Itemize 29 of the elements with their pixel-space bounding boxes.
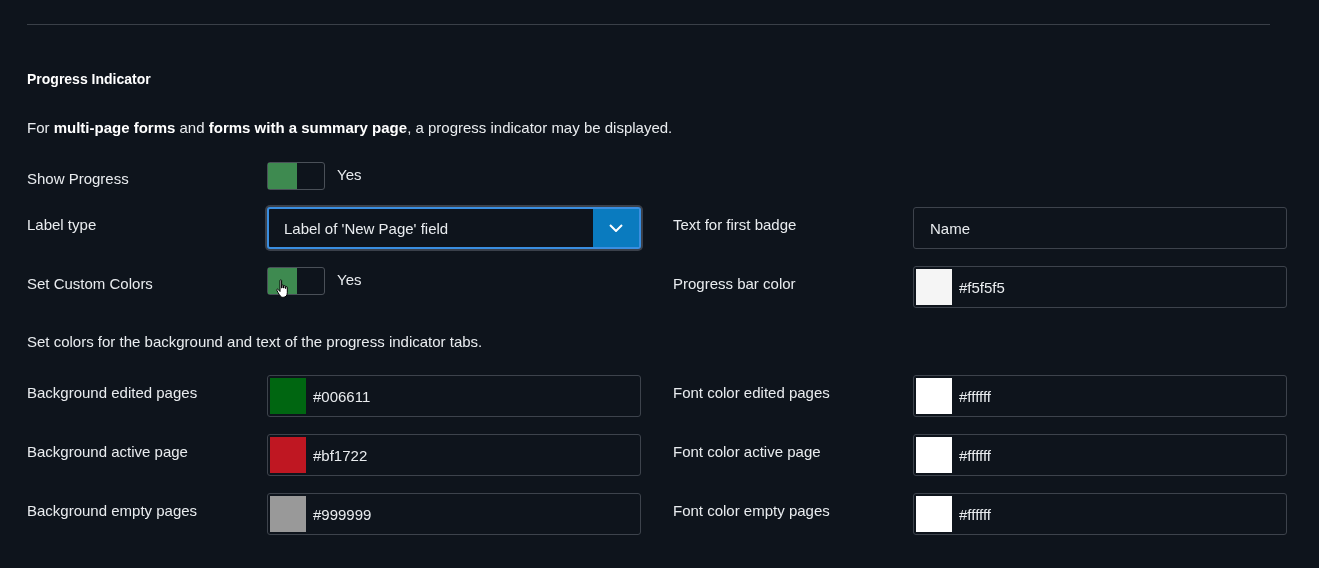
toggle-switch[interactable] [267, 267, 325, 295]
color-field[interactable]: #ffffff [913, 493, 1287, 535]
color-field[interactable]: #999999 [267, 493, 641, 535]
field-label: Set Custom Colors [27, 274, 154, 292]
toggle-label: Yes [337, 270, 362, 288]
field-label: Label type [27, 215, 98, 233]
field-label: Show Progress [27, 169, 130, 187]
color-field[interactable]: #bf1722 [267, 434, 641, 476]
note-text: Set colors for the background and text of the progress indicator tabs. [27, 333, 484, 350]
chevron-down-icon [609, 224, 623, 232]
field-label: Background active page [27, 442, 189, 460]
color-field[interactable]: #006611 [267, 375, 641, 417]
field-label: Font color empty pages [673, 501, 831, 519]
toggle-switch[interactable] [267, 162, 325, 190]
field-label: Text for first badge [673, 215, 798, 233]
section-title: Progress Indicator [27, 71, 152, 87]
color-field[interactable]: #ffffff [913, 434, 1287, 476]
color-field[interactable]: #ffffff [913, 375, 1287, 417]
hand-cursor-icon [276, 279, 290, 299]
field-label: Font color edited pages [673, 383, 831, 401]
intro-text: For multi-page forms and forms with a summary page, a progress indicator may be displayed. [27, 119, 674, 136]
color-field[interactable]: #f5f5f5 [913, 266, 1287, 308]
field-label: Font color active page [673, 442, 822, 460]
field-label: Background edited pages [27, 383, 199, 401]
toggle-label: Yes [337, 165, 362, 183]
text-field[interactable]: Name [913, 207, 1287, 249]
field-label: Background empty pages [27, 501, 199, 519]
field-label: Progress bar color [673, 274, 797, 292]
label-type-dropdown[interactable]: Label of 'New Page' field [267, 207, 641, 249]
